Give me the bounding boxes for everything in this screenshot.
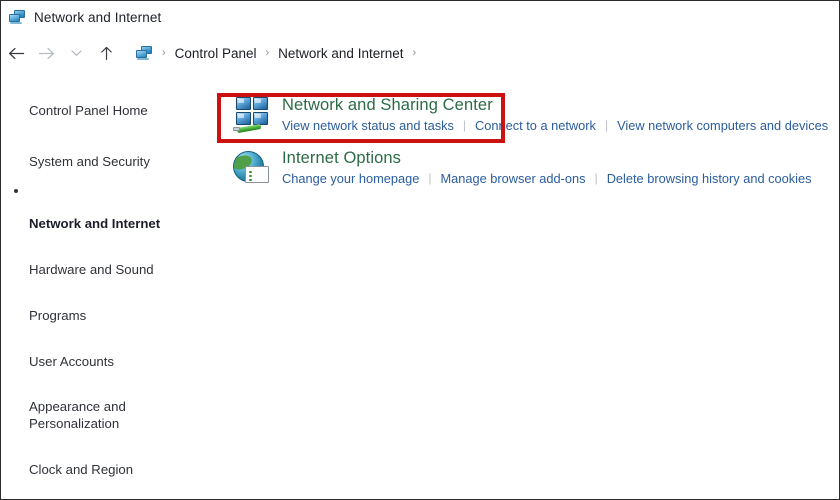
category-internet-options: Internet Options Change your homepage | … <box>231 147 836 192</box>
window-title: Network and Internet <box>34 10 162 25</box>
sidebar-item-network-and-internet[interactable]: Network and Internet <box>1 183 206 234</box>
sidebar-item-label: Programs <box>29 307 87 323</box>
breadcrumb-separator[interactable]: › <box>412 47 416 59</box>
breadcrumb-separator: › <box>265 47 270 59</box>
breadcrumb-network-and-internet[interactable]: Network and Internet <box>278 46 403 61</box>
link-view-network-computers-and-devices[interactable]: View network computers and devices <box>617 118 828 133</box>
link-change-your-homepage[interactable]: Change your homepage <box>282 171 419 186</box>
link-delete-browsing-history-and-cookies[interactable]: Delete browsing history and cookies <box>607 171 812 186</box>
sidebar-item-label: Network and Internet <box>29 216 161 232</box>
arrow-up-icon <box>100 46 113 61</box>
forward-button[interactable] <box>31 39 61 67</box>
main-content: Network and Sharing Center View network … <box>231 94 836 192</box>
sidebar-item-control-panel-home[interactable]: Control Panel Home <box>1 86 206 120</box>
current-item-bullet-icon <box>14 188 18 193</box>
sidebar-item-ease-of-access[interactable]: Ease of Access <box>1 491 206 499</box>
link-separator: | <box>594 171 598 186</box>
window-titlebar: Network and Internet <box>1 1 839 34</box>
chevron-down-icon <box>70 48 83 58</box>
category-title-internet-options[interactable]: Internet Options <box>282 148 812 169</box>
sidebar-item-user-accounts[interactable]: User Accounts <box>1 337 206 371</box>
breadcrumb-separator: › <box>162 47 166 59</box>
sidebar-item-label: Control Panel Home <box>29 102 148 118</box>
sidebar-item-label: Clock and Region <box>29 462 134 478</box>
arrow-right-icon <box>38 47 55 60</box>
sidebar-item-label: User Accounts <box>29 353 115 369</box>
recent-locations-button[interactable] <box>61 39 91 67</box>
internet-options-globe-icon <box>231 148 275 192</box>
sidebar-item-clock-and-region[interactable]: Clock and Region <box>1 445 206 479</box>
link-manage-browser-add-ons[interactable]: Manage browser add-ons <box>440 171 585 186</box>
category-links-network-and-sharing-center: View network status and tasks | Connect … <box>282 118 828 133</box>
control-panel-window: Network and Internet › Control Panel › N… <box>0 0 840 500</box>
sidebar-item-programs[interactable]: Programs <box>1 291 206 325</box>
sidebar-item-appearance-and-personalization[interactable]: Appearance and Personalization <box>1 383 206 434</box>
network-sharing-center-icon <box>231 95 275 139</box>
sidebar-item-label: System and Security <box>29 153 150 169</box>
link-separator: | <box>604 118 609 133</box>
sidebar-item-system-and-security[interactable]: System and Security <box>1 137 206 171</box>
category-title-network-and-sharing-center[interactable]: Network and Sharing Center <box>282 95 828 116</box>
network-computers-icon <box>9 10 26 25</box>
navigation-bar: › Control Panel › Network and Internet › <box>1 37 839 69</box>
back-button[interactable] <box>1 39 31 67</box>
network-computers-icon <box>136 45 153 61</box>
link-separator: | <box>462 118 467 133</box>
category-links-internet-options: Change your homepage | Manage browser ad… <box>282 171 812 186</box>
sidebar: Control Panel Home System and Security N… <box>1 86 206 499</box>
link-view-network-status-and-tasks[interactable]: View network status and tasks <box>282 118 454 133</box>
category-network-and-sharing-center: Network and Sharing Center View network … <box>231 94 836 139</box>
breadcrumb-control-panel[interactable]: Control Panel <box>175 46 257 61</box>
sidebar-item-hardware-and-sound[interactable]: Hardware and Sound <box>1 245 206 279</box>
link-connect-to-a-network[interactable]: Connect to a network <box>475 118 596 133</box>
sidebar-item-label: Hardware and Sound <box>29 262 154 278</box>
address-bar[interactable]: › Control Panel › Network and Internet › <box>127 39 434 67</box>
up-button[interactable] <box>91 39 121 67</box>
arrow-left-icon <box>8 47 25 60</box>
link-separator: | <box>428 171 432 186</box>
sidebar-item-label: Appearance and Personalization <box>29 399 126 432</box>
